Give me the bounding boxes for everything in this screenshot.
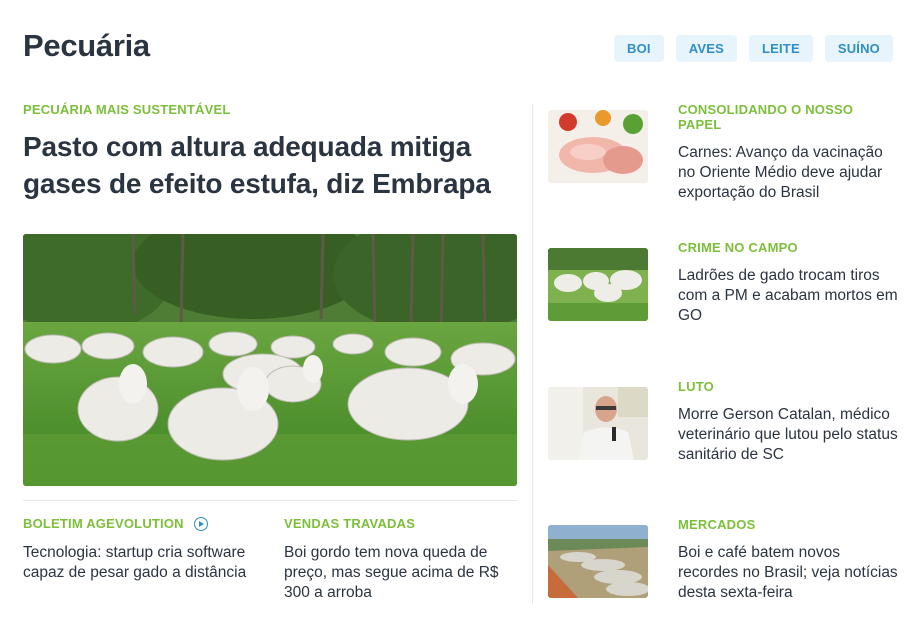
divider: [23, 500, 517, 501]
tag-leite[interactable]: LEITE: [748, 35, 813, 62]
side-story-4[interactable]: MERCADOS Boi e café batem novos recordes…: [548, 517, 898, 627]
side-story-3-thumb[interactable]: [548, 387, 648, 460]
sub-story-1-title[interactable]: Tecnologia: startup cria software capaz …: [23, 543, 263, 583]
side-story-2-title[interactable]: Ladrões de gado trocam tiros com a PM e …: [678, 266, 898, 326]
sub-story-2[interactable]: VENDAS TRAVADAS Boi gordo tem nova queda…: [284, 516, 514, 603]
column-divider: [532, 104, 533, 604]
side-story-2-thumb[interactable]: [548, 248, 648, 321]
side-story-1-title[interactable]: Carnes: Avanço da vacinação no Oriente M…: [678, 143, 898, 203]
side-story-1-thumb[interactable]: [548, 110, 648, 183]
tag-list: BOI AVES LEITE SUÍNO: [614, 35, 893, 62]
side-story-1[interactable]: CONSOLIDANDO O NOSSO PAPEL Carnes: Avanç…: [548, 102, 898, 212]
play-circle-icon[interactable]: [193, 516, 208, 531]
side-story-1-kicker[interactable]: CONSOLIDANDO O NOSSO PAPEL: [678, 102, 898, 132]
side-story-2[interactable]: CRIME NO CAMPO Ladrões de gado trocam ti…: [548, 240, 898, 350]
section-title: Pecuária: [23, 28, 150, 63]
side-story-3-title[interactable]: Morre Gerson Catalan, médico veterinário…: [678, 405, 898, 465]
side-story-2-kicker[interactable]: CRIME NO CAMPO: [678, 240, 898, 255]
person-speaking-photo: [548, 387, 648, 460]
tag-suino[interactable]: SUÍNO: [824, 35, 893, 62]
meat-photo: [548, 110, 648, 183]
tag-boi[interactable]: BOI: [614, 35, 664, 62]
cattle-photo: [548, 248, 648, 321]
sub-story-1[interactable]: BOLETIM AGEVOLUTION Tecnologia: startup …: [23, 516, 263, 583]
cattle-herd-photo: [548, 525, 648, 598]
sub-story-2-title[interactable]: Boi gordo tem nova queda de preço, mas s…: [284, 543, 514, 603]
side-story-4-thumb[interactable]: [548, 525, 648, 598]
side-story-3[interactable]: LUTO Morre Gerson Catalan, médico veteri…: [548, 379, 898, 489]
sub-story-2-kicker[interactable]: VENDAS TRAVADAS: [284, 516, 514, 531]
cattle-pasture-photo: [23, 234, 517, 486]
tag-aves[interactable]: AVES: [675, 35, 737, 62]
main-story-image[interactable]: [23, 234, 517, 486]
main-story-kicker[interactable]: PECUÁRIA MAIS SUSTENTÁVEL: [23, 102, 230, 117]
side-story-4-title[interactable]: Boi e café batem novos recordes no Brasi…: [678, 543, 898, 603]
sub-story-1-kicker-text: BOLETIM AGEVOLUTION: [23, 516, 184, 531]
side-story-4-kicker[interactable]: MERCADOS: [678, 517, 898, 532]
main-story-headline[interactable]: Pasto com altura adequada mitiga gases d…: [23, 128, 523, 202]
side-story-3-kicker[interactable]: LUTO: [678, 379, 898, 394]
sub-story-1-kicker[interactable]: BOLETIM AGEVOLUTION: [23, 516, 263, 531]
